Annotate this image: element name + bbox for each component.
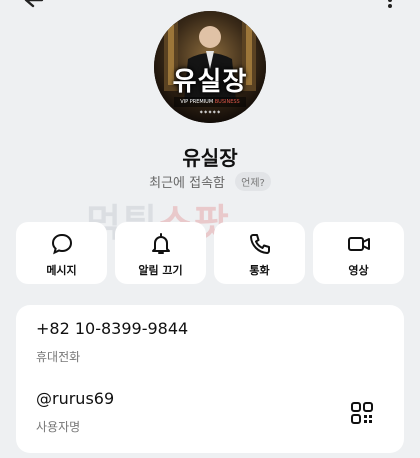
phone-type-label: 휴대전화 [36,350,81,364]
message-label: 메시지 [46,264,77,277]
contact-info-card: +82 10-8399-9844 휴대전화 @rurus69 사용자명 [16,305,404,453]
username[interactable]: @rurus69 [36,389,114,408]
more-options-button[interactable] [386,0,394,14]
back-button[interactable] [22,0,46,16]
qr-code-button[interactable] [350,401,374,425]
avatar-logo-text: 유실장 [172,67,248,97]
qr-code-icon [351,402,373,424]
phone-icon [250,234,270,254]
profile-name: 유실장 [182,146,238,170]
video-label: 영상 [348,264,369,277]
action-bar: 메시지 알림 끄기 통화 영상 [16,222,404,286]
video-button[interactable]: 영상 [313,222,404,284]
last-seen-row: 최근에 접속함 언제? [0,172,420,191]
svg-text:◆ ◆ ◆ ◆ ◆: ◆ ◆ ◆ ◆ ◆ [200,109,221,114]
mute-button[interactable]: 알림 끄기 [115,222,206,284]
more-dot-icon [388,4,392,8]
more-dot-icon [388,0,392,2]
last-seen-status: 최근에 접속함 [149,176,226,191]
bell-icon [152,233,170,254]
last-seen-when-button[interactable]: 언제? [235,172,271,191]
username-label: 사용자명 [36,420,81,434]
back-arrow-icon [24,0,44,8]
avatar[interactable]: VIP PREMIUM BUSINESS ◆ ◆ ◆ ◆ ◆ 유실장 [154,11,266,123]
call-button[interactable]: 통화 [214,222,305,284]
phone-number[interactable]: +82 10-8399-9844 [36,319,188,338]
mute-label: 알림 끄기 [138,264,183,277]
message-icon [51,233,73,255]
call-label: 통화 [249,264,270,277]
svg-text:VIP PREMIUM BUSINESS: VIP PREMIUM BUSINESS [180,99,240,105]
message-button[interactable]: 메시지 [16,222,107,284]
video-icon [348,237,370,251]
